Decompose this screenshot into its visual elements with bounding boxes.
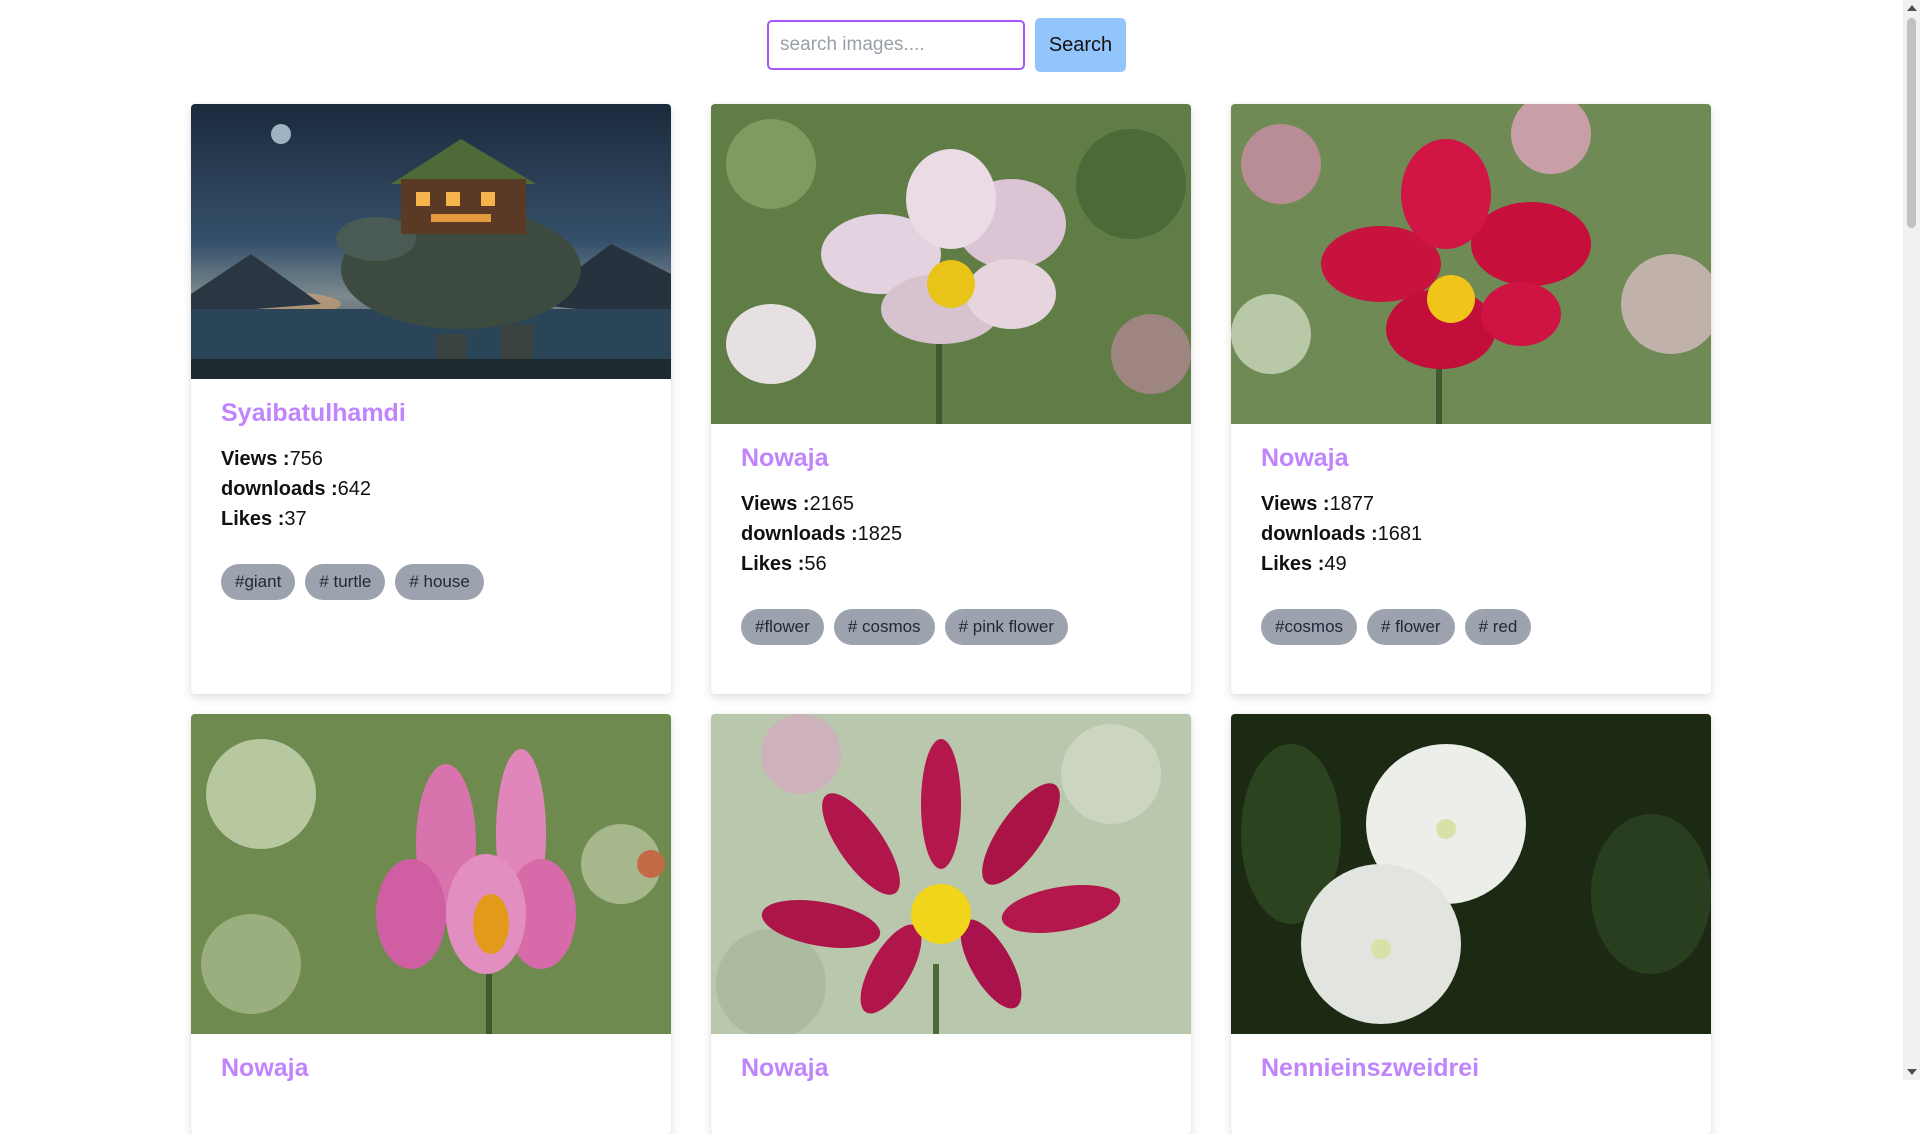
card-body: Nowaja bbox=[191, 1034, 671, 1129]
tag-chip[interactable]: #flower bbox=[741, 609, 824, 645]
views-stat: Views :2165 bbox=[741, 489, 1161, 519]
image-card[interactable]: Nowaja Views :2165 downloads :1825 Likes… bbox=[711, 104, 1191, 694]
author-name[interactable]: Nennieinszweidrei bbox=[1261, 1054, 1681, 1083]
downloads-label: downloads : bbox=[221, 478, 338, 500]
search-button[interactable]: Search bbox=[1035, 18, 1126, 72]
downloads-label: downloads : bbox=[741, 523, 858, 545]
tag-list: #giant # turtle # house bbox=[221, 564, 641, 600]
card-body: Nowaja Views :2165 downloads :1825 Likes… bbox=[711, 424, 1191, 675]
likes-stat: Likes :37 bbox=[221, 504, 641, 534]
author-name[interactable]: Nowaja bbox=[741, 1054, 1161, 1083]
tag-list: #cosmos # flower # red bbox=[1261, 609, 1681, 645]
views-stat: Views :756 bbox=[221, 444, 641, 474]
tag-chip[interactable]: #cosmos bbox=[1261, 609, 1358, 645]
tag-chip[interactable]: # red bbox=[1464, 609, 1532, 645]
author-name[interactable]: Syaibatulhamdi bbox=[221, 399, 641, 428]
downloads-value: 1681 bbox=[1377, 523, 1423, 545]
views-value: 1877 bbox=[1329, 493, 1375, 515]
likes-label: Likes : bbox=[741, 553, 805, 575]
image-card[interactable]: Syaibatulhamdi Views :756 downloads :642… bbox=[191, 104, 671, 694]
card-body: Nowaja Views :1877 downloads :1681 Likes… bbox=[1231, 424, 1711, 675]
pink-cosmos-image[interactable] bbox=[711, 104, 1191, 424]
likes-stat: Likes :49 bbox=[1261, 549, 1681, 579]
views-label: Views : bbox=[1261, 493, 1330, 515]
pink-cosmos-bud-image[interactable] bbox=[191, 714, 671, 1034]
likes-value: 37 bbox=[284, 508, 307, 530]
likes-stat: Likes :56 bbox=[741, 549, 1161, 579]
tag-chip[interactable]: # flower bbox=[1367, 609, 1455, 645]
red-cosmos-image[interactable] bbox=[1231, 104, 1711, 424]
views-label: Views : bbox=[221, 448, 290, 470]
scroll-up-arrow-icon[interactable] bbox=[1907, 5, 1917, 11]
author-name[interactable]: Nowaja bbox=[221, 1054, 641, 1083]
tag-chip[interactable]: # house bbox=[395, 564, 484, 600]
downloads-stat: downloads :1681 bbox=[1261, 519, 1681, 549]
downloads-label: downloads : bbox=[1261, 523, 1378, 545]
image-card[interactable]: Nowaja Views :1877 downloads :1681 Likes… bbox=[1231, 104, 1711, 694]
search-input[interactable] bbox=[767, 20, 1025, 70]
image-card[interactable]: Nowaja bbox=[711, 714, 1191, 1134]
views-value: 2165 bbox=[809, 493, 855, 515]
downloads-value: 1825 bbox=[857, 523, 903, 545]
white-bindweed-image[interactable] bbox=[1231, 714, 1711, 1034]
views-value: 756 bbox=[289, 448, 323, 470]
likes-label: Likes : bbox=[1261, 553, 1325, 575]
card-body: Nennieinszweidrei bbox=[1231, 1034, 1711, 1129]
tag-chip[interactable]: # cosmos bbox=[833, 609, 935, 645]
author-name[interactable]: Nowaja bbox=[741, 444, 1161, 473]
downloads-stat: downloads :642 bbox=[221, 474, 641, 504]
scrollbar[interactable] bbox=[1903, 0, 1920, 1080]
views-stat: Views :1877 bbox=[1261, 489, 1681, 519]
tag-chip[interactable]: # pink flower bbox=[944, 609, 1068, 645]
views-label: Views : bbox=[741, 493, 810, 515]
author-name[interactable]: Nowaja bbox=[1261, 444, 1681, 473]
search-bar: Search bbox=[767, 18, 1126, 72]
tag-list: #flower # cosmos # pink flower bbox=[741, 609, 1161, 645]
card-body: Nowaja bbox=[711, 1034, 1191, 1129]
scrollbar-thumb[interactable] bbox=[1907, 18, 1916, 228]
image-card[interactable]: Nennieinszweidrei bbox=[1231, 714, 1711, 1134]
tag-chip[interactable]: #giant bbox=[221, 564, 296, 600]
card-body: Syaibatulhamdi Views :756 downloads :642… bbox=[191, 379, 671, 630]
downloads-stat: downloads :1825 bbox=[741, 519, 1161, 549]
giant-turtle-house-image[interactable] bbox=[191, 104, 671, 379]
tag-chip[interactable]: # turtle bbox=[305, 564, 386, 600]
image-card[interactable]: Nowaja bbox=[191, 714, 671, 1134]
scroll-down-arrow-icon[interactable] bbox=[1907, 1069, 1917, 1075]
downloads-value: 642 bbox=[337, 478, 372, 500]
likes-value: 49 bbox=[1324, 553, 1347, 575]
likes-value: 56 bbox=[804, 553, 827, 575]
magenta-cosmos-image[interactable] bbox=[711, 714, 1191, 1034]
likes-label: Likes : bbox=[221, 508, 285, 530]
